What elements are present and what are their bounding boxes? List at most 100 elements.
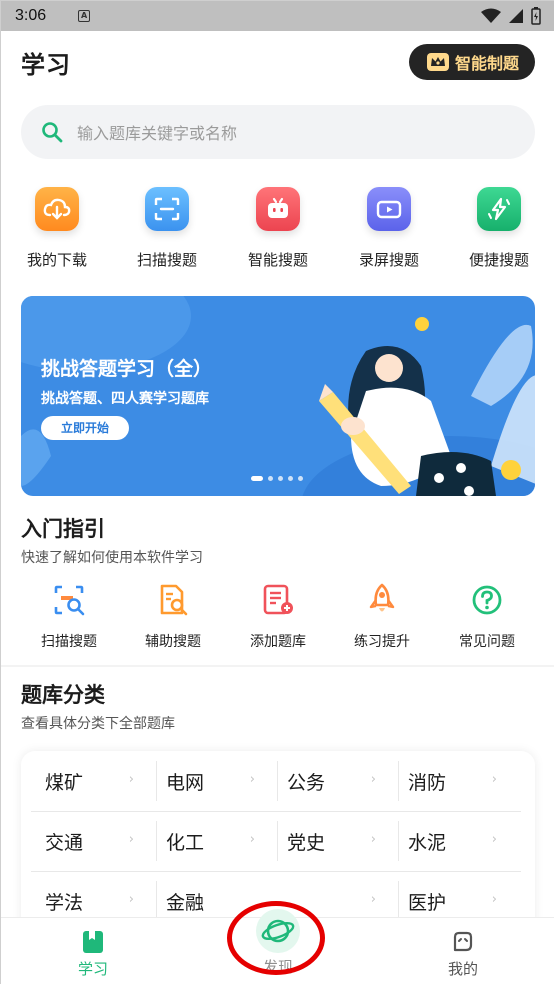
category-item[interactable]: 水泥 ›: [384, 811, 505, 871]
page-header: 学习 智能制题: [21, 44, 535, 80]
wifi-icon: [481, 8, 501, 23]
lightning-icon: [477, 187, 521, 231]
chevron-right-icon: ›: [249, 772, 255, 787]
category-item[interactable]: 化工 ›: [142, 811, 263, 871]
nav-label: 学习: [77, 960, 108, 978]
category-item[interactable]: 医护 ›: [384, 871, 505, 917]
category-item[interactable]: 电网 ›: [142, 751, 263, 811]
status-bar: 3:06 A: [1, 1, 554, 31]
grid-divider: [156, 761, 157, 801]
guide-scan-search[interactable]: 扫描搜题: [19, 583, 119, 651]
grid-divider: [156, 821, 157, 861]
tool-label: 扫描搜题: [136, 251, 197, 269]
category-label: 水泥: [408, 831, 447, 854]
tool-quick-search[interactable]: 便捷搜题: [454, 187, 544, 270]
cloud-download-icon: [35, 187, 79, 231]
category-label: 交通: [45, 831, 84, 854]
category-item[interactable]: 党史 ›: [263, 811, 384, 871]
guide-assist-search[interactable]: 辅助搜题: [123, 583, 223, 651]
tool-my-downloads[interactable]: 我的下载: [12, 187, 102, 270]
chevron-right-icon: ›: [370, 832, 376, 847]
search-icon: [42, 122, 63, 143]
guide-label: 常见问题: [459, 634, 515, 650]
highlight-circle: [227, 901, 325, 975]
tool-scan-search[interactable]: 扫描搜题: [122, 187, 212, 270]
promo-banner[interactable]: 挑战答题学习（全） 挑战答题、四人赛学习题库 立即开始: [21, 296, 535, 496]
tool-label: 录屏搜题: [358, 251, 419, 269]
guide-practice[interactable]: 练习提升: [332, 583, 432, 651]
nav-label: 我的: [447, 960, 478, 978]
tool-smart-search[interactable]: 智能搜题: [233, 187, 323, 270]
scan-frame-icon: [145, 187, 189, 231]
grid-divider: [156, 881, 157, 917]
chevron-right-icon: ›: [370, 892, 376, 907]
category-label: 金融: [166, 891, 205, 914]
smart-question-button[interactable]: 智能制题: [408, 44, 535, 80]
scan-search-icon: [54, 585, 85, 616]
guide-label: 辅助搜题: [145, 634, 201, 650]
chevron-right-icon: ›: [128, 772, 134, 787]
document-search-icon: [160, 584, 188, 616]
status-icons: [481, 7, 541, 25]
banner-subtitle: 挑战答题、四人赛学习题库: [41, 391, 209, 407]
guide-label: 练习提升: [354, 634, 410, 650]
category-item[interactable]: 公务 ›: [263, 751, 384, 811]
notification-a-icon: A: [78, 10, 91, 22]
tools-row: 我的下载 扫描搜题 智能搜题 录屏搜题 便捷搜题: [1, 187, 554, 277]
rocket-icon: [369, 583, 395, 612]
category-label: 电网: [166, 771, 205, 794]
smart-question-label: 智能制题: [454, 54, 519, 73]
grid-divider: [31, 811, 521, 812]
search-placeholder: 输入题库关键字或名称: [77, 124, 238, 143]
category-subtitle: 查看具体分类下全部题库: [21, 716, 175, 732]
cellular-signal-icon: [509, 9, 523, 23]
category-title: 题库分类: [21, 683, 105, 707]
guide-add-bank[interactable]: 添加题库: [228, 583, 328, 651]
category-item[interactable]: 交通 ›: [21, 811, 142, 871]
search-bar[interactable]: 输入题库关键字或名称: [21, 105, 535, 159]
category-label: 党史: [287, 831, 326, 854]
category-label: 消防: [408, 771, 447, 794]
guide-subtitle: 快速了解如何使用本软件学习: [21, 550, 203, 566]
category-label: 学法: [45, 891, 84, 914]
tool-record-search[interactable]: 录屏搜题: [344, 187, 434, 270]
profile-face-icon: [453, 931, 473, 952]
chevron-right-icon: ›: [491, 892, 497, 907]
nav-item-mine[interactable]: 我的: [418, 930, 508, 979]
tool-label: 我的下载: [26, 251, 87, 269]
nav-item-study[interactable]: 学习: [48, 930, 138, 979]
guide-row: 扫描搜题 辅助搜题 添加题库 练习提升 常见问题: [1, 583, 554, 653]
guide-label: 添加题库: [250, 634, 306, 650]
grid-divider: [398, 821, 399, 861]
carousel-indicator[interactable]: [251, 476, 303, 481]
category-label: 医护: [408, 891, 447, 914]
grid-divider: [31, 871, 521, 872]
guide-title: 入门指引: [21, 517, 105, 541]
question-circle-icon: [472, 585, 502, 615]
section-divider: [1, 665, 554, 667]
add-list-icon: [263, 584, 293, 615]
tool-label: 智能搜题: [247, 251, 308, 269]
book-icon: [83, 931, 103, 953]
grid-divider: [398, 761, 399, 801]
video-camera-icon: [367, 187, 411, 231]
category-item[interactable]: 煤矿 ›: [21, 751, 142, 811]
learning-screen: 学习 智能制题 输入题库关键字或名称 我的下载 扫描搜题 智能搜题 录屏搜题 便…: [1, 31, 554, 917]
status-time: 3:06: [15, 7, 47, 24]
guide-label: 扫描搜题: [41, 634, 97, 650]
category-label: 公务: [287, 771, 326, 794]
category-item[interactable]: 学法 ›: [21, 871, 142, 917]
grid-divider: [277, 761, 278, 801]
chevron-right-icon: ›: [491, 832, 497, 847]
chevron-right-icon: ›: [249, 832, 255, 847]
category-item[interactable]: 消防 ›: [384, 751, 505, 811]
chevron-right-icon: ›: [491, 772, 497, 787]
tv-robot-icon: [256, 187, 300, 231]
start-now-button[interactable]: 立即开始: [41, 416, 129, 440]
battery-icon: [531, 7, 541, 25]
guide-faq[interactable]: 常见问题: [437, 583, 537, 651]
tool-label: 便捷搜题: [468, 251, 529, 269]
grid-divider: [277, 821, 278, 861]
category-label: 煤矿: [45, 771, 84, 794]
category-label: 化工: [166, 831, 205, 854]
